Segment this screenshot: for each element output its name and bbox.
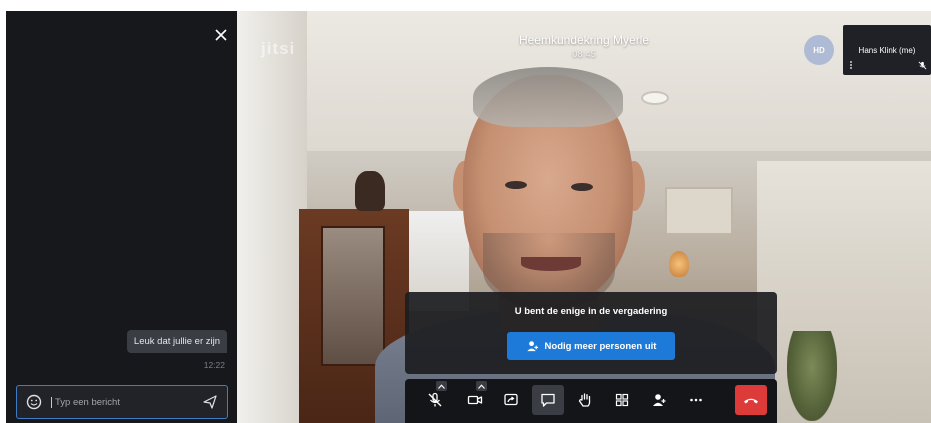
invite-icon [653,394,666,406]
close-icon [215,29,227,41]
thumbnail-menu-button[interactable] [849,61,853,69]
hangup-icon [744,398,758,404]
chat-toggle-button[interactable] [532,385,564,415]
send-icon [203,395,217,409]
send-button[interactable] [201,393,219,411]
vertical-dots-icon [850,61,852,69]
tile-view-button[interactable] [606,385,638,415]
meeting-toolbar [405,379,777,423]
more-icon [690,398,702,402]
local-participant-name: Hans Klink (me) [858,46,916,55]
local-video-thumbnail[interactable]: Hans Klink (me) [843,25,931,75]
chevron-up-icon [478,383,485,389]
camera-icon [467,395,483,405]
video-stage: jitsi Heemkundekring Myerle 08:45 HD Han… [237,11,931,423]
tile-view-icon [615,393,629,407]
invite-more-button[interactable]: Nodig meer personen uit [507,332,675,360]
hangup-button[interactable] [735,385,767,415]
chat-message-time: 12:22 [203,360,225,370]
notice-text: U bent de enige in de vergadering [514,306,668,317]
emoji-button[interactable] [25,393,43,411]
invite-button[interactable] [643,385,675,415]
chat-message-input[interactable] [51,396,195,408]
mic-muted-icon [918,61,926,69]
chat-icon [541,393,555,407]
more-actions-button[interactable] [680,385,712,415]
raise-hand-icon [578,393,591,407]
screen-share-button[interactable] [495,385,527,415]
chat-close-button[interactable] [211,25,231,45]
invite-icon [526,340,538,351]
invite-label: Nodig meer personen uit [544,340,657,352]
mic-options-caret[interactable] [436,381,447,391]
emoji-icon [26,394,42,410]
mic-muted-icon [428,392,442,407]
raise-hand-button[interactable] [569,385,601,415]
chat-input-box [16,385,228,419]
avatar[interactable]: HD [804,35,834,65]
alone-in-meeting-notice: U bent de enige in de vergadering Nodig … [405,292,777,374]
screen-share-icon [504,393,518,406]
chat-message-bubble: Leuk dat jullie er zijn [126,330,227,353]
thumbnail-mic-status [917,60,927,70]
camera-options-caret[interactable] [476,381,487,391]
chevron-up-icon [438,383,445,389]
chat-panel: Leuk dat jullie er zijn 12:22 [6,11,237,423]
